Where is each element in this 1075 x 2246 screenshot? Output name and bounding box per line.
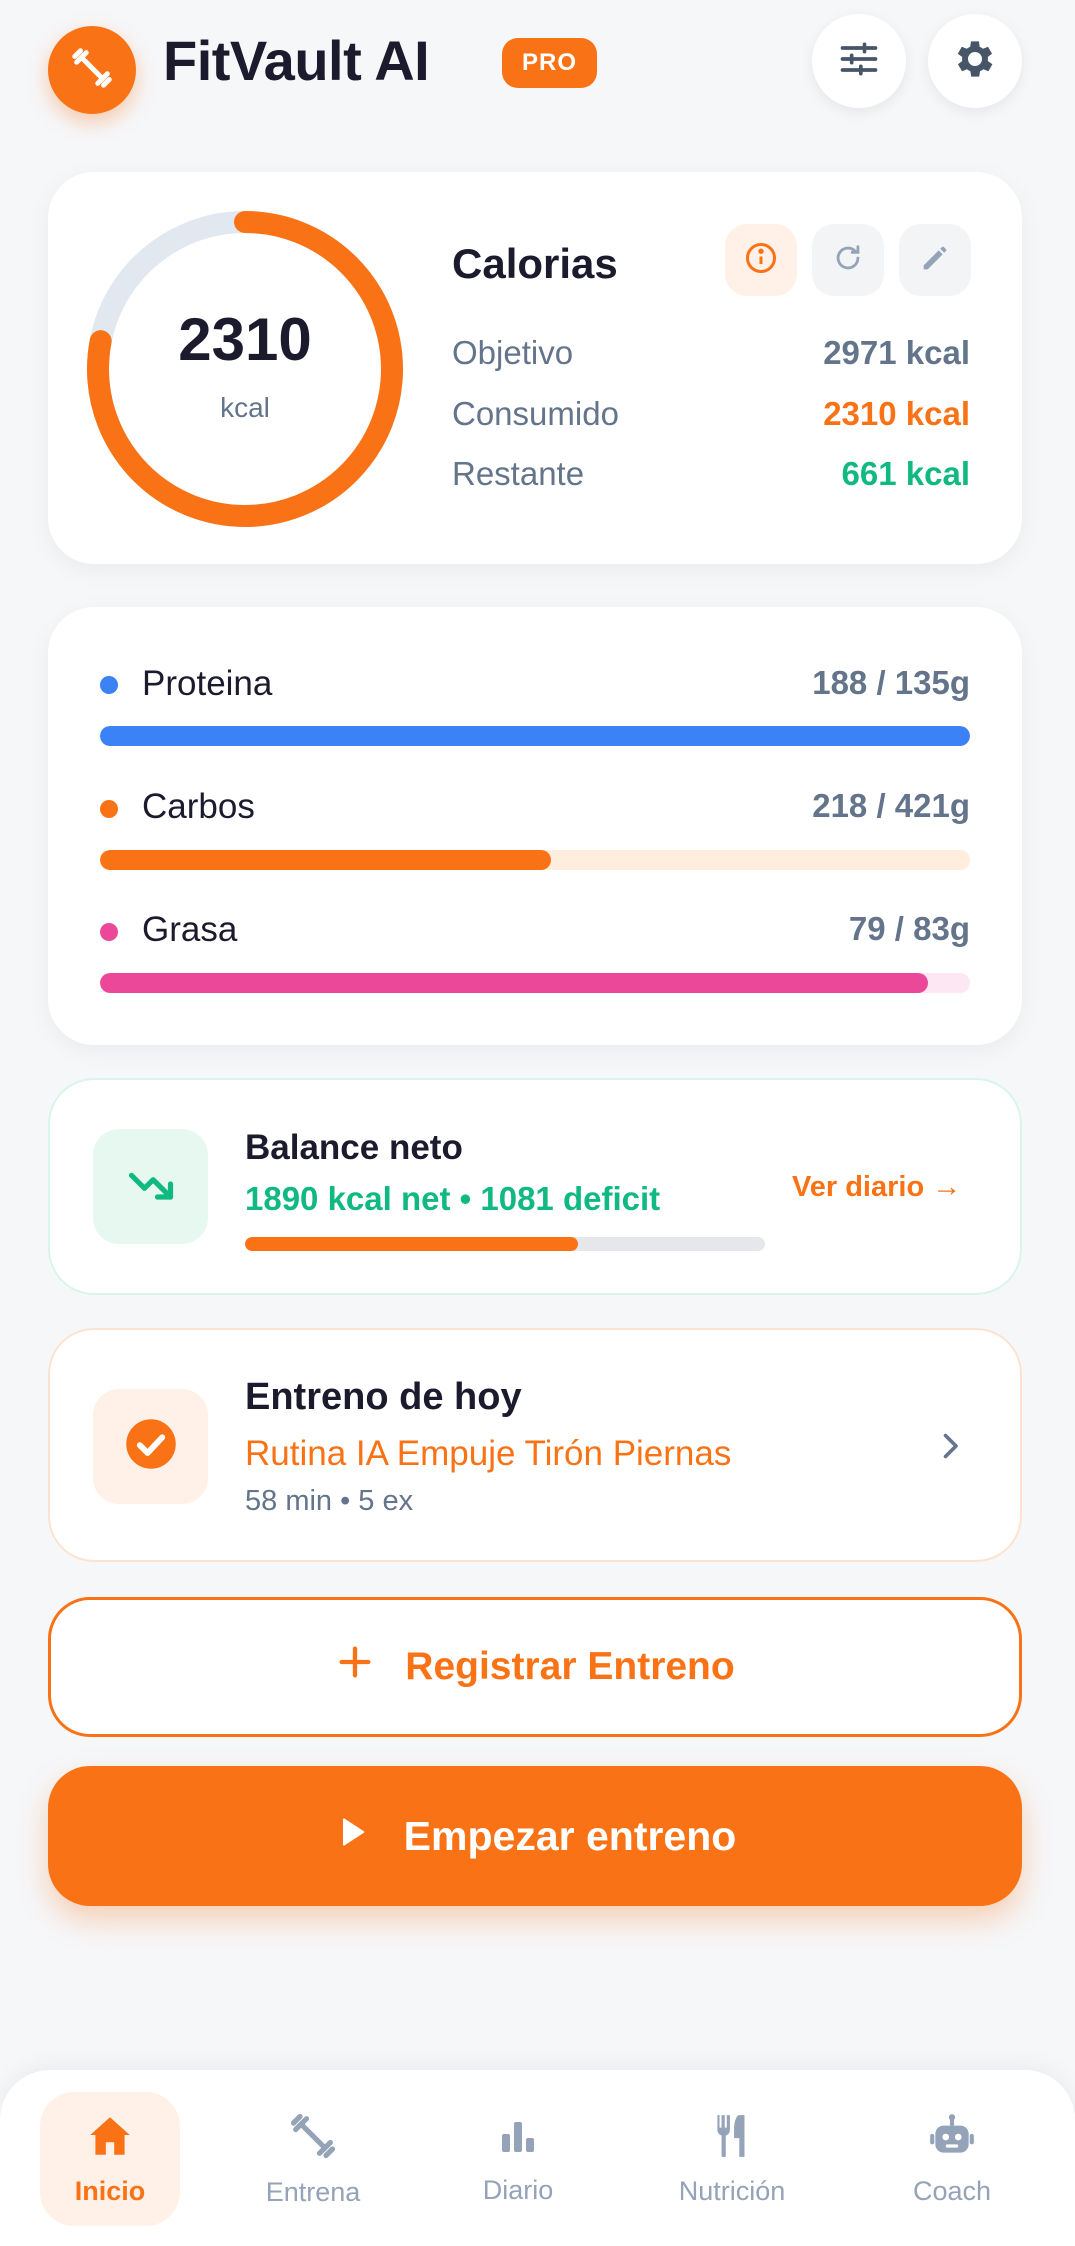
fat-dot [100, 923, 118, 941]
nav-item-coach[interactable]: Coach [882, 2092, 1022, 2226]
nav-label-coach: Coach [912, 2176, 992, 2206]
fat-bar [100, 973, 970, 993]
carbs-bar [100, 850, 970, 870]
carbs-value: 218 / 421g [812, 787, 970, 824]
nav-label-entrena: Entrena [265, 2177, 361, 2207]
gear-icon [951, 35, 999, 88]
app-title: FitVault AI [163, 29, 430, 92]
chevron-right-icon [932, 1428, 968, 1469]
check-circle-icon [124, 1417, 178, 1476]
workout-meta: 58 min • 5 ex [245, 1485, 414, 1517]
settings-button[interactable] [928, 14, 1022, 108]
consumed-value: 2310 kcal [823, 395, 970, 432]
balance-icon-tile [93, 1129, 208, 1244]
fat-label: Grasa [142, 910, 238, 949]
dumbbell-icon [287, 2110, 339, 2167]
carbs-label: Carbos [142, 787, 255, 826]
trending-down-icon [125, 1158, 177, 1215]
workout-icon-tile [93, 1389, 208, 1504]
consumed-label: Consumido [452, 395, 619, 432]
calories-value: 2310 [178, 306, 312, 373]
nav-label-nutricion: Nutrición [678, 2176, 786, 2206]
home-icon [85, 2111, 135, 2166]
robot-icon [927, 2111, 977, 2166]
balance-title: Balance neto [245, 1128, 463, 1167]
carbs-dot [100, 800, 118, 818]
filters-button[interactable] [812, 14, 906, 108]
nav-label-diario: Diario [482, 2175, 554, 2205]
view-diary-link[interactable]: Ver diario → [792, 1171, 961, 1204]
protein-bar-fill [100, 726, 970, 746]
fat-value: 79 / 83g [848, 910, 970, 947]
nav-item-inicio[interactable]: Inicio [40, 2092, 180, 2226]
remaining-label: Restante [452, 455, 585, 492]
utensils-icon [707, 2111, 757, 2166]
carbs-bar-fill [100, 850, 551, 870]
balance-progress-fill [245, 1237, 578, 1251]
edit-icon [918, 241, 952, 280]
info-button[interactable] [725, 224, 797, 296]
objective-label: Objetivo [452, 334, 574, 371]
edit-button[interactable] [899, 224, 971, 296]
refresh-button[interactable] [812, 224, 884, 296]
protein-label: Proteina [142, 664, 273, 703]
nav-label-inicio: Inicio [74, 2176, 146, 2206]
bar-chart-icon [494, 2112, 542, 2165]
calories-unit: kcal [220, 392, 270, 423]
balance-progress [245, 1237, 765, 1251]
nav-item-entrena[interactable]: Entrena [243, 2092, 383, 2226]
register-workout-label: Registrar Entreno [405, 1645, 735, 1688]
fat-bar-fill [100, 973, 929, 993]
calories-title: Calorias [452, 240, 618, 287]
play-icon [334, 1813, 370, 1860]
protein-value: 188 / 135g [812, 664, 970, 701]
remaining-value: 661 kcal [841, 455, 970, 492]
pro-badge: PRO [502, 38, 598, 88]
dumbbell-icon [69, 45, 115, 96]
nav-item-nutricion[interactable]: Nutrición [662, 2092, 802, 2226]
register-workout-button[interactable]: Registrar Entreno [48, 1597, 1022, 1737]
sliders-icon [837, 37, 881, 86]
workout-routine: Rutina IA Empuje Tirón Piernas [245, 1434, 732, 1473]
refresh-icon [831, 241, 865, 280]
nav-item-diario[interactable]: Diario [448, 2092, 588, 2226]
protein-dot [100, 676, 118, 694]
start-workout-label: Empezar entreno [403, 1812, 737, 1859]
protein-bar [100, 726, 970, 746]
objective-value: 2971 kcal [823, 334, 970, 371]
workout-title: Entreno de hoy [245, 1376, 522, 1418]
app-logo [48, 26, 136, 114]
info-icon [743, 240, 779, 281]
plus-icon [335, 1642, 375, 1692]
balance-subtitle: 1890 kcal net • 1081 deficit [245, 1180, 661, 1217]
start-workout-button[interactable]: Empezar entreno [48, 1766, 1022, 1906]
